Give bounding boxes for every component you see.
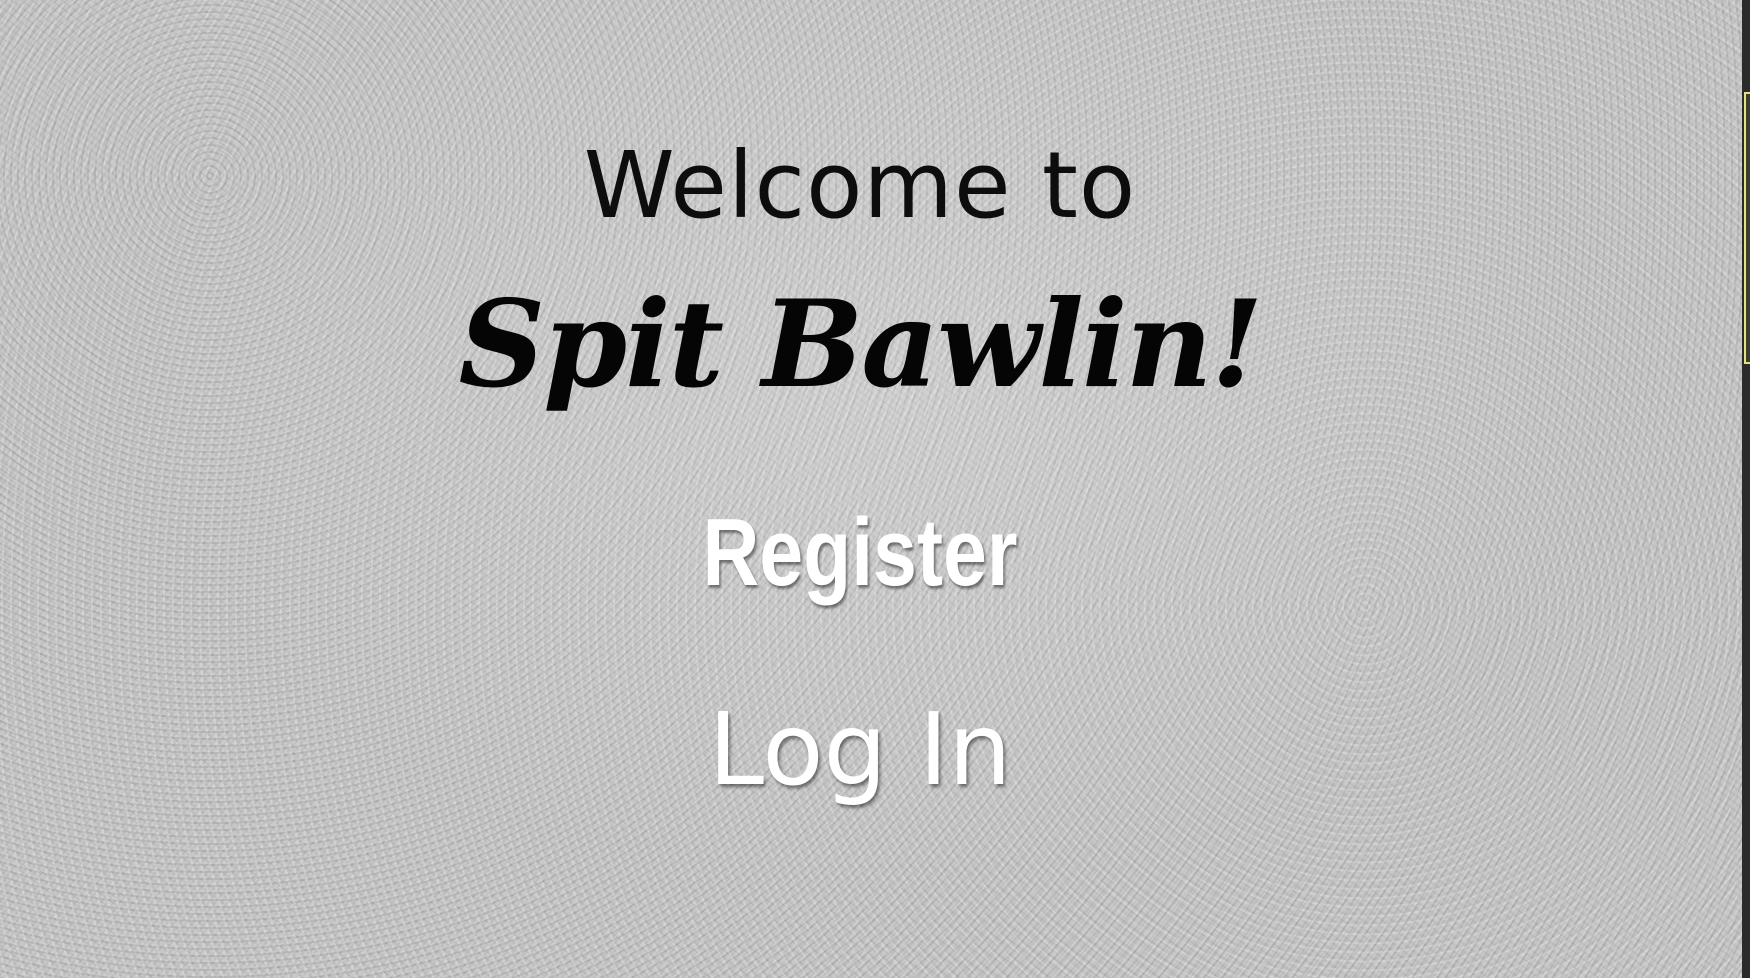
window-edge-panel (1744, 92, 1750, 364)
brand-title: Spit Bawlin! (458, 274, 1264, 415)
register-link[interactable]: Register (155, 505, 1565, 601)
login-link[interactable]: Log In (0, 700, 1720, 800)
landing-page: Welcome to Spit Bawlin! Register Log In (0, 0, 1750, 978)
welcome-heading: Welcome to (583, 132, 1137, 239)
